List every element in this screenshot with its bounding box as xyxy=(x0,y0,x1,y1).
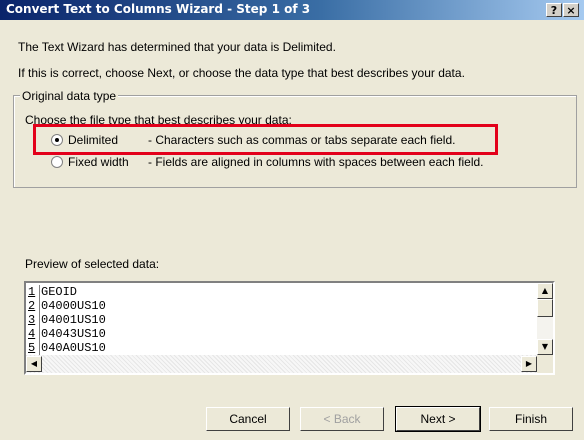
scrollbar-corner xyxy=(537,355,553,373)
vertical-scrollbar[interactable]: ▲ ▼ xyxy=(537,283,553,355)
row-number: 2 xyxy=(28,299,36,313)
row-number: 1 xyxy=(28,285,36,299)
row-value: 04000US10 xyxy=(39,299,106,313)
preview-row: 4 04043US10 xyxy=(28,327,106,341)
scroll-left-icon[interactable]: ◀ xyxy=(26,356,42,372)
close-button[interactable]: × xyxy=(563,3,579,17)
preview-row: 5 040A0US10 xyxy=(28,341,106,355)
row-number: 4 xyxy=(28,327,36,341)
cancel-button[interactable]: Cancel xyxy=(206,407,290,431)
preview-row: 2 04000US10 xyxy=(28,299,106,313)
row-value: 04043US10 xyxy=(39,327,106,341)
scroll-down-icon[interactable]: ▼ xyxy=(537,339,553,355)
scroll-right-icon[interactable]: ▶ xyxy=(521,356,537,372)
data-preview-pane[interactable]: 1 GEOID 2 04000US10 3 04001US10 4 04043US10 … xyxy=(24,281,555,375)
intro-line-1: The Text Wizard has determined that your… xyxy=(18,40,336,54)
fixed-width-label[interactable]: Fixed width xyxy=(68,155,129,169)
intro-line-2: If this is correct, choose Next, or choo… xyxy=(18,66,465,80)
preview-row: 3 04001US10 xyxy=(28,313,106,327)
group-legend: Original data type xyxy=(20,89,119,103)
fixed-width-description: - Fields are aligned in columns with spa… xyxy=(148,155,484,169)
preview-row: 1 GEOID xyxy=(28,285,77,299)
row-value: GEOID xyxy=(39,285,78,299)
window-title: Convert Text to Columns Wizard - Step 1 … xyxy=(6,2,311,16)
row-number: 5 xyxy=(28,341,36,355)
scroll-up-icon[interactable]: ▲ xyxy=(537,283,553,299)
convert-text-dialog: Convert Text to Columns Wizard - Step 1 … xyxy=(0,0,584,440)
annotation-highlight-box xyxy=(33,124,498,155)
row-number: 3 xyxy=(28,313,36,327)
title-bar: Convert Text to Columns Wizard - Step 1 … xyxy=(0,0,584,20)
preview-label: Preview of selected data: xyxy=(25,257,160,271)
fixed-width-radio[interactable] xyxy=(51,156,63,168)
horizontal-scrollbar[interactable]: ◀ ▶ xyxy=(26,355,537,373)
row-value: 04001US10 xyxy=(39,313,106,327)
scroll-thumb[interactable] xyxy=(537,299,553,317)
row-value: 040A0US10 xyxy=(39,341,106,355)
finish-button[interactable]: Finish xyxy=(489,407,573,431)
help-button[interactable]: ? xyxy=(546,3,562,17)
back-button[interactable]: < Back xyxy=(300,407,384,431)
next-button[interactable]: Next > xyxy=(395,406,481,432)
